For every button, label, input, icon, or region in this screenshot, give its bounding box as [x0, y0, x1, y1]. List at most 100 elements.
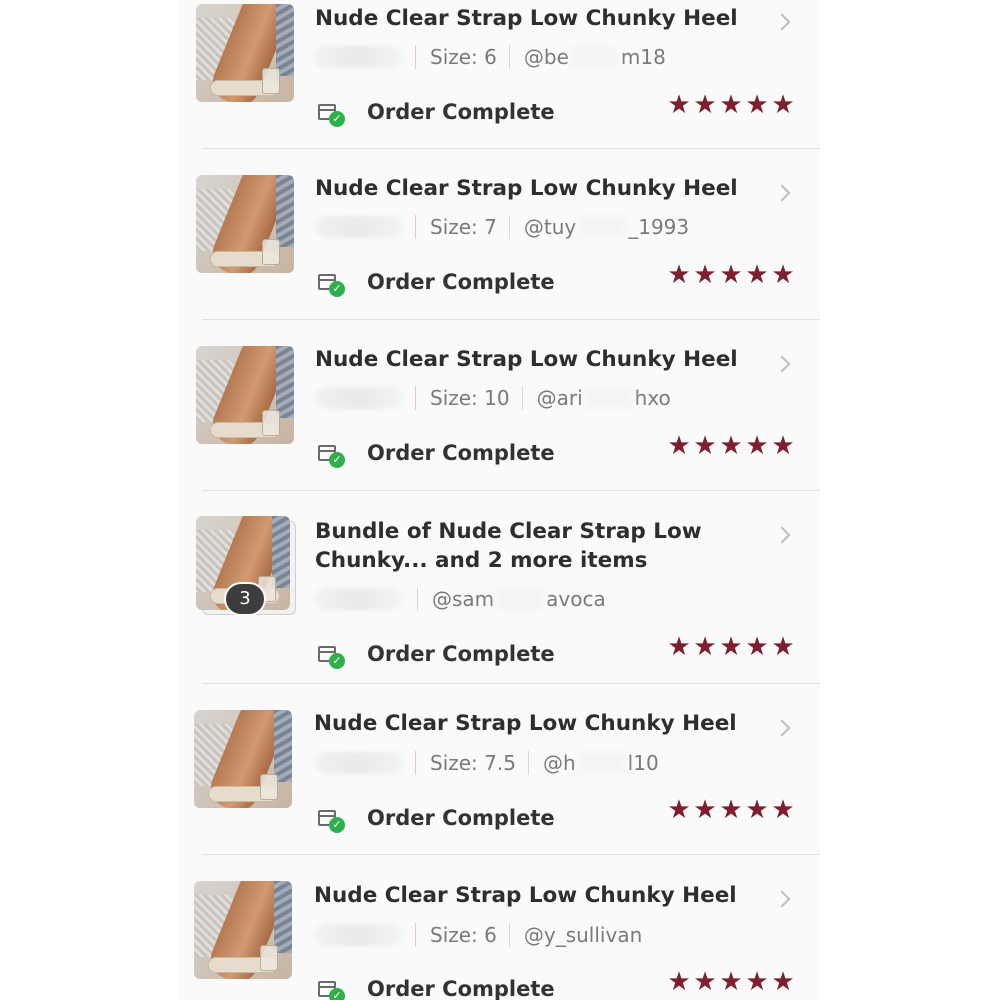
- package-check-icon: ✓: [318, 644, 345, 669]
- price-redacted: [315, 387, 403, 409]
- star-icon: ★: [771, 967, 795, 997]
- buyer-username[interactable]: @sam: [432, 587, 494, 611]
- star-icon: ★: [719, 967, 743, 997]
- chevron-right-icon[interactable]: [773, 719, 791, 737]
- order-row[interactable]: Nude Clear Strap Low Chunky Heel Size: 1…: [178, 320, 820, 490]
- star-icon: ★: [771, 90, 795, 120]
- star-icon: ★: [745, 632, 769, 662]
- order-row[interactable]: Nude Clear Strap Low Chunky Heel Size: 6…: [178, 0, 820, 148]
- product-thumbnail[interactable]: [196, 175, 294, 273]
- order-meta: @sam avoca: [315, 585, 606, 613]
- star-icon: ★: [719, 260, 743, 290]
- divider: [415, 923, 416, 947]
- buyer-username[interactable]: @ari: [537, 386, 583, 410]
- username-redacted: [578, 216, 627, 238]
- star-icon: ★: [693, 90, 717, 120]
- status-label: Order Complete: [367, 977, 555, 1000]
- product-thumbnail[interactable]: [194, 710, 292, 808]
- star-icon: ★: [693, 632, 717, 662]
- product-thumbnail[interactable]: [196, 346, 294, 444]
- star-icon: ★: [667, 795, 691, 825]
- order-row[interactable]: Nude Clear Strap Low Chunky Heel Size: 7…: [178, 684, 820, 854]
- left-margin: [0, 0, 178, 1000]
- username-redacted: [584, 387, 633, 409]
- buyer-username[interactable]: @h: [543, 751, 576, 775]
- rating-stars: ★ ★ ★ ★ ★: [666, 968, 796, 996]
- product-title[interactable]: Nude Clear Strap Low Chunky Heel: [315, 347, 738, 372]
- star-icon: ★: [693, 967, 717, 997]
- star-icon: ★: [667, 90, 691, 120]
- buyer-username[interactable]: @tuy: [524, 215, 576, 239]
- chevron-right-icon[interactable]: [773, 13, 791, 31]
- right-margin: [820, 0, 1000, 1000]
- star-icon: ★: [745, 795, 769, 825]
- product-thumbnail[interactable]: [194, 881, 292, 979]
- divider: [508, 923, 510, 947]
- divider: [508, 45, 510, 69]
- star-icon: ★: [719, 431, 743, 461]
- star-icon: ★: [771, 795, 795, 825]
- buyer-username-end: l10: [627, 751, 659, 775]
- divider: [417, 587, 418, 611]
- order-row[interactable]: Nude Clear Strap Low Chunky Heel Size: 7…: [178, 149, 820, 319]
- chevron-right-icon[interactable]: [773, 526, 791, 544]
- size-label: Size: 7: [430, 215, 497, 239]
- chevron-right-icon[interactable]: [773, 355, 791, 373]
- divider: [415, 45, 416, 69]
- buyer-username[interactable]: @be: [524, 45, 569, 69]
- star-icon: ★: [719, 90, 743, 120]
- star-icon: ★: [719, 795, 743, 825]
- product-title[interactable]: Nude Clear Strap Low Chunky Heel: [314, 883, 737, 908]
- divider: [508, 215, 510, 239]
- product-title[interactable]: Nude Clear Strap Low Chunky Heel: [315, 6, 738, 31]
- order-status: ✓ Order Complete: [318, 639, 555, 669]
- star-icon: ★: [771, 260, 795, 290]
- product-thumbnail[interactable]: [196, 4, 294, 102]
- chevron-right-icon[interactable]: [773, 184, 791, 202]
- price-redacted: [315, 752, 403, 774]
- status-label: Order Complete: [367, 642, 555, 666]
- rating-stars: ★ ★ ★ ★ ★: [666, 432, 796, 460]
- divider: [415, 215, 416, 239]
- star-icon: ★: [667, 431, 691, 461]
- star-icon: ★: [667, 632, 691, 662]
- username-redacted: [496, 588, 545, 610]
- star-icon: ★: [771, 431, 795, 461]
- screen: Nude Clear Strap Low Chunky Heel Size: 6…: [0, 0, 1000, 1000]
- order-row[interactable]: Nude Clear Strap Low Chunky Heel Size: 6…: [178, 855, 820, 1000]
- order-meta: Size: 10 @ari hxo: [315, 384, 671, 412]
- package-check-icon: ✓: [318, 443, 345, 468]
- size-label: Size: 6: [430, 45, 497, 69]
- order-status: ✓ Order Complete: [318, 438, 555, 468]
- product-title[interactable]: Nude Clear Strap Low Chunky Heel: [315, 176, 738, 201]
- buyer-username[interactable]: @y_sullivan: [524, 923, 642, 947]
- status-label: Order Complete: [367, 100, 555, 124]
- username-redacted: [570, 46, 619, 68]
- buyer-username-end: _1993: [628, 215, 690, 239]
- buyer-username-end: hxo: [634, 386, 671, 410]
- chevron-right-icon[interactable]: [773, 890, 791, 908]
- order-list: Nude Clear Strap Low Chunky Heel Size: 6…: [178, 0, 820, 1000]
- order-status: ✓ Order Complete: [318, 803, 555, 833]
- price-redacted: [315, 46, 403, 68]
- order-meta: Size: 6 @y_sullivan: [315, 921, 642, 949]
- product-title[interactable]: Nude Clear Strap Low Chunky Heel: [314, 711, 737, 736]
- package-check-icon: ✓: [318, 808, 345, 833]
- star-icon: ★: [667, 260, 691, 290]
- star-icon: ★: [667, 967, 691, 997]
- price-redacted: [315, 924, 403, 946]
- status-label: Order Complete: [367, 806, 555, 830]
- star-icon: ★: [693, 431, 717, 461]
- status-label: Order Complete: [367, 441, 555, 465]
- rating-stars: ★ ★ ★ ★ ★: [666, 261, 796, 289]
- divider: [521, 386, 523, 410]
- size-label: Size: 6: [430, 923, 497, 947]
- order-row-bundle[interactable]: 3 Bundle of Nude Clear Strap Low Chunky.…: [178, 491, 820, 683]
- order-status: ✓ Order Complete: [318, 974, 555, 1000]
- price-redacted: [315, 216, 403, 238]
- package-check-icon: ✓: [318, 272, 345, 297]
- product-title[interactable]: Bundle of Nude Clear Strap Low Chunky...…: [315, 517, 715, 575]
- star-icon: ★: [745, 260, 769, 290]
- star-icon: ★: [693, 260, 717, 290]
- buyer-username-end: avoca: [546, 587, 606, 611]
